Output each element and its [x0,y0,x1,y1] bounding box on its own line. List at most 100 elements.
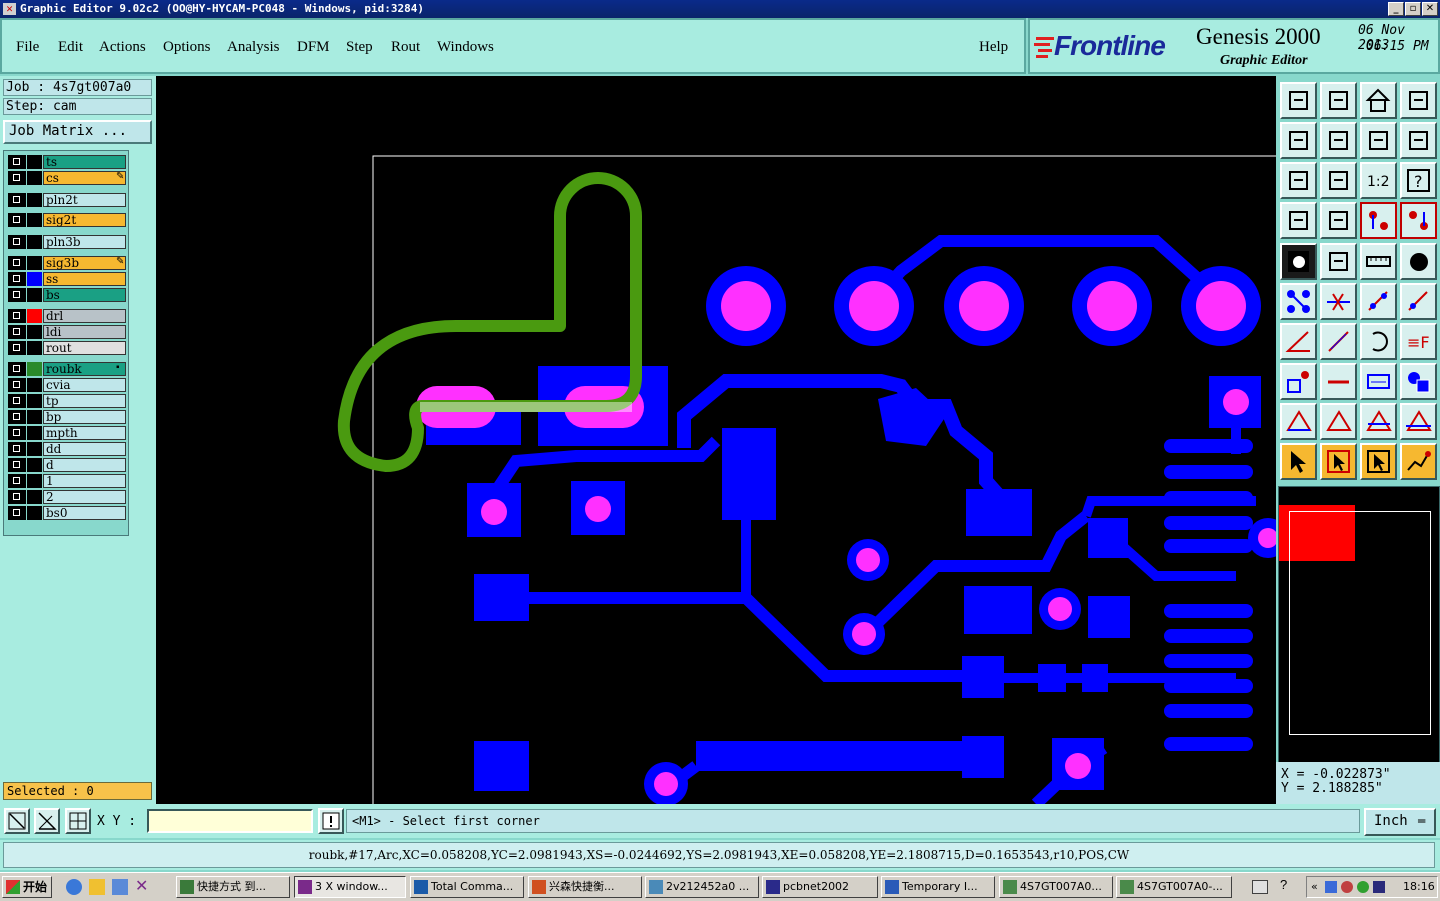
layer-name[interactable]: pln2t [43,193,126,207]
connect-button[interactable] [1280,283,1317,320]
layer-checkbox[interactable] [8,426,26,440]
keyboard-icon[interactable] [1252,880,1268,894]
layer-row-cvia[interactable]: cvia [8,378,126,392]
pad-button[interactable] [1400,243,1437,280]
arc-button[interactable] [1360,323,1397,360]
layer-row-cs[interactable]: cs ✎ [8,171,126,185]
layer-name[interactable]: sig2t [43,213,126,227]
layer-row-pln3b[interactable]: pln3b [8,235,126,249]
help-query-button[interactable]: ? [1400,162,1437,199]
taskbar-item[interactable]: 3 X window... [294,876,406,898]
zoom-reset-button[interactable] [1360,122,1397,159]
layer-checkbox[interactable] [8,171,26,185]
layer-name[interactable]: ldi [43,325,126,339]
layer-checkbox[interactable] [8,325,26,339]
outlook-icon[interactable] [89,879,105,895]
layer-row-sig2t[interactable]: sig2t [8,213,126,227]
polygon-button[interactable] [1280,403,1317,440]
units-selector[interactable]: Inch ═ [1364,808,1436,836]
fit-button[interactable] [1320,162,1357,199]
layer-checkbox[interactable] [8,272,26,286]
taskbar-item[interactable]: 2v212452a0 ... [645,876,759,898]
monitor-icon[interactable] [1373,881,1385,893]
dash-button[interactable] [1320,363,1357,400]
layer-checkbox[interactable] [8,193,26,207]
layer-checkbox[interactable] [8,490,26,504]
help-icon[interactable]: ? [1280,877,1287,892]
overview-map[interactable] [1278,486,1440,800]
layer-name[interactable]: bs [43,288,126,302]
layer-name[interactable]: cs [43,171,126,185]
maximize-button[interactable]: ▫ [1405,2,1421,16]
polygon-cut-button[interactable] [1400,403,1437,440]
move-button[interactable] [1360,283,1397,320]
menu-dfm[interactable]: DFM [297,39,330,56]
zoom-window-button[interactable] [1400,82,1437,119]
save-button[interactable] [1320,82,1357,119]
taskbar-item[interactable]: 快捷方式 到... [176,876,290,898]
desktop-icon[interactable] [112,879,128,895]
layer-name[interactable]: d [43,458,126,472]
taskbar-item[interactable]: Temporary I... [881,876,995,898]
measure-angle-button[interactable] [1280,323,1317,360]
layer-name[interactable]: roubk [43,362,126,376]
graphic-canvas[interactable] [156,76,1276,804]
resize-button[interactable] [1360,363,1397,400]
polygon-add-button[interactable] [1320,403,1357,440]
layer-checkbox[interactable] [8,506,26,520]
sketch-button[interactable] [1320,243,1357,280]
layer-row-d[interactable]: d [8,458,126,472]
menu-options[interactable]: Options [163,39,211,56]
layer-checkbox[interactable] [8,235,26,249]
layer-name[interactable]: tp [43,394,126,408]
zoom-right-button[interactable] [1320,122,1357,159]
layer-checkbox[interactable] [8,256,26,270]
net-select-button[interactable] [1400,202,1437,239]
layer-name[interactable]: bp [43,410,126,424]
tray-expand-icon[interactable]: « [1311,877,1318,897]
layer-row-drl[interactable]: drl [8,309,126,323]
group-button[interactable] [1400,363,1437,400]
layer-checkbox[interactable] [8,442,26,456]
fill-button[interactable] [1280,243,1317,280]
open-job-button[interactable] [1280,82,1317,119]
minimize-button[interactable]: _ [1388,2,1404,16]
ie-icon[interactable] [66,879,82,895]
warning-button[interactable] [318,808,344,834]
cut-button[interactable] [1320,283,1357,320]
feature-select-button[interactable] [1360,202,1397,239]
align-button[interactable]: ≡F [1400,323,1437,360]
taskbar-item[interactable]: 兴森快捷衡... [528,876,642,898]
layer-name[interactable]: drl [43,309,126,323]
zoom-left-button[interactable] [1280,122,1317,159]
layer-name[interactable]: sig3b [43,256,126,270]
layer-name[interactable]: mpth [43,426,126,440]
layer-name[interactable]: dd [43,442,126,456]
layer-checkbox[interactable] [8,288,26,302]
ruler-button[interactable] [1360,243,1397,280]
transform-button[interactable] [1280,363,1317,400]
layer-name[interactable]: pln3b [43,235,126,249]
layer-row-bs0[interactable]: bs0 [8,506,126,520]
menu-analysis[interactable]: Analysis [227,39,280,56]
pointer-path-button[interactable] [1400,443,1437,480]
tray-app-icon[interactable] [1357,881,1369,893]
layer-name[interactable]: 2 [43,490,126,504]
layer-checkbox[interactable] [8,378,26,392]
menu-step[interactable]: Step [346,39,373,56]
pan-button[interactable] [1280,162,1317,199]
layer-checkbox[interactable] [8,341,26,355]
redraw-button[interactable] [1400,122,1437,159]
layer-checkbox[interactable] [8,458,26,472]
grid-toggle-button[interactable] [1320,202,1357,239]
layer-row-2[interactable]: 2 [8,490,126,504]
angle-mode-button[interactable] [34,808,60,834]
layer-row-pln2t[interactable]: pln2t [8,193,126,207]
layer-name[interactable]: bs0 [43,506,126,520]
layer-name[interactable]: ss [43,272,126,286]
pointer-box-button[interactable] [1320,443,1357,480]
layer-row-mpth[interactable]: mpth [8,426,126,440]
antivirus-icon[interactable] [1341,881,1353,893]
layer-checkbox[interactable] [8,474,26,488]
copy-button[interactable] [1400,283,1437,320]
